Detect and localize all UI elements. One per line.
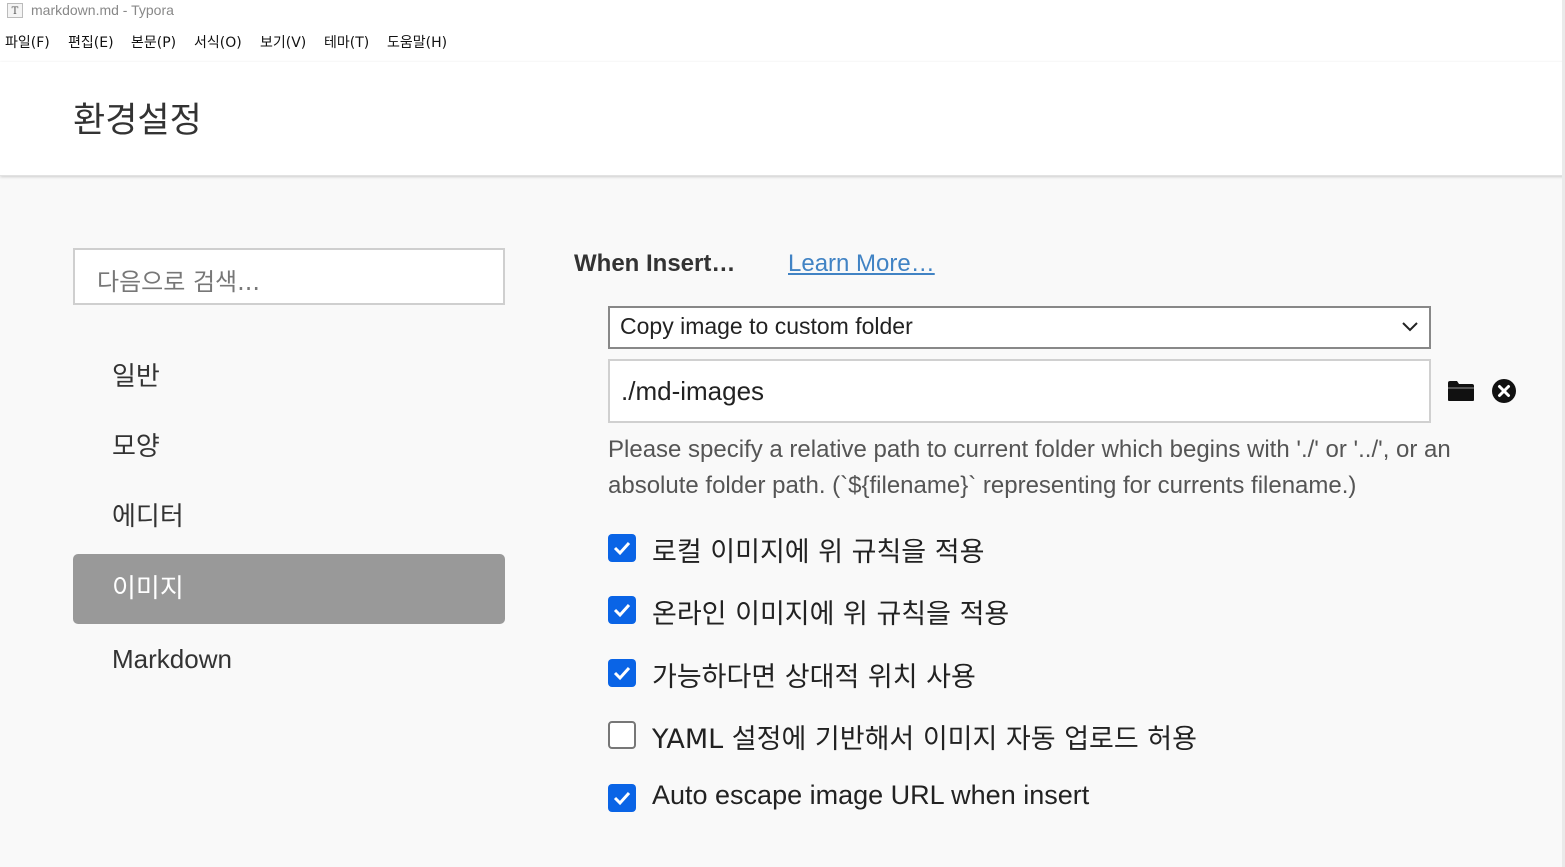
menu-paragraph[interactable]: 본문(P) (131, 32, 176, 52)
image-folder-path-input[interactable] (608, 359, 1431, 423)
menu-theme[interactable]: 테마(T) (324, 32, 369, 52)
checkmark-icon (613, 791, 631, 806)
menu-edit[interactable]: 편집(E) (68, 32, 114, 52)
checkbox-checked[interactable] (608, 596, 636, 624)
checkmark-icon (613, 666, 631, 681)
title-bar: T markdown.md - Typora (0, 0, 1565, 22)
sidebar-item-appearance[interactable]: 모양 (73, 412, 505, 482)
clear-circle-icon[interactable] (1491, 378, 1517, 404)
insert-action-value: Copy image to custom folder (620, 313, 913, 339)
window-title: markdown.md - Typora (31, 2, 174, 18)
checkbox-checked[interactable] (608, 659, 636, 687)
sidebar-item-general[interactable]: 일반 (73, 342, 505, 412)
option-label: YAML 설정에 기반해서 이미지 자동 업로드 허용 (652, 724, 1197, 755)
preferences-header: 환경설정 (0, 62, 1565, 176)
path-hint-text: Please specify a relative path to curren… (608, 436, 1451, 499)
chevron-down-icon (1402, 322, 1418, 332)
menu-bar: 파일(F) 편집(E) 본문(P) 서식(O) 보기(V) 테마(T) 도움말(… (0, 22, 1565, 62)
menu-help[interactable]: 도움말(H) (387, 32, 447, 52)
option-label: 로컬 이미지에 위 규칙을 적용 (652, 537, 985, 568)
menu-view[interactable]: 보기(V) (260, 32, 306, 52)
checkmark-icon (613, 541, 631, 556)
learn-more-link[interactable]: Learn More… (788, 250, 935, 278)
checkbox-checked[interactable] (608, 784, 636, 812)
checkbox-unchecked[interactable] (608, 721, 636, 749)
settings-search-input[interactable] (73, 248, 505, 305)
menu-file[interactable]: 파일(F) (5, 32, 50, 52)
typora-app-icon: T (7, 3, 23, 18)
checkbox-checked[interactable] (608, 534, 636, 562)
option-label: Auto escape image URL when insert (652, 780, 1090, 810)
folder-open-icon[interactable] (1447, 379, 1475, 403)
menu-format[interactable]: 서식(O) (194, 32, 242, 52)
checkmark-icon (613, 603, 631, 618)
option-label: 온라인 이미지에 위 규칙을 적용 (652, 599, 1010, 630)
sidebar-item-editor[interactable]: 에디터 (73, 482, 505, 552)
insert-action-select[interactable]: Copy image to custom folder (608, 306, 1431, 349)
sidebar-item-image[interactable]: 이미지 (73, 554, 505, 624)
option-label: 가능하다면 상대적 위치 사용 (652, 662, 976, 693)
when-insert-label: When Insert… (574, 250, 736, 277)
page-title: 환경설정 (73, 101, 202, 141)
sidebar-item-markdown[interactable]: Markdown (73, 624, 505, 694)
